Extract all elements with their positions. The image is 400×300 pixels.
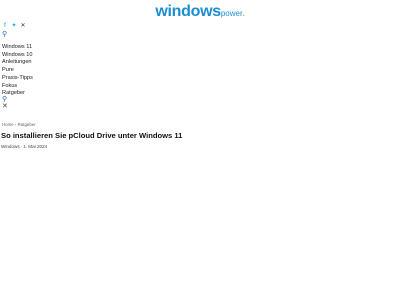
nav-item-windows-11[interactable]: Windows 11 [2,44,33,52]
article-meta: Windows·1. Mai 2024 [1,144,47,150]
close-icon[interactable]: ✕ [2,103,8,110]
nav-search-icon[interactable]: ⚲ [2,96,7,103]
nav-item-windows-10[interactable]: Windows 10 [2,52,33,60]
x-icon[interactable]: ✕ [20,23,26,30]
main-navigation: Windows 11 Windows 10 Anleitungen Pure P… [2,44,33,98]
breadcrumb[interactable]: Home › Ratgeber [2,122,36,128]
article-author[interactable]: Windows [1,144,20,149]
social-links: f ✦ ✕ [2,23,26,30]
facebook-icon[interactable]: f [2,23,8,30]
nav-item-praxis-tipps[interactable]: Praxis-Tipps [2,75,33,83]
logo-dot: . [242,9,245,18]
article-date: 1. Mai 2024 [23,144,48,149]
twitter-icon[interactable]: ✦ [11,23,17,30]
nav-item-pure[interactable]: Pure [2,67,33,75]
nav-item-fokus[interactable]: Fokus [2,83,33,91]
logo-text-main: windows [155,3,221,20]
site-logo[interactable]: windowspower. [0,4,400,22]
meta-separator: · [20,144,23,149]
article-title: So installieren Sie pCloud Drive unter W… [1,131,183,140]
header-search-icon[interactable]: ⚲ [2,31,7,38]
logo-text-sub: power [220,9,243,18]
nav-item-anleitungen[interactable]: Anleitungen [2,59,33,67]
